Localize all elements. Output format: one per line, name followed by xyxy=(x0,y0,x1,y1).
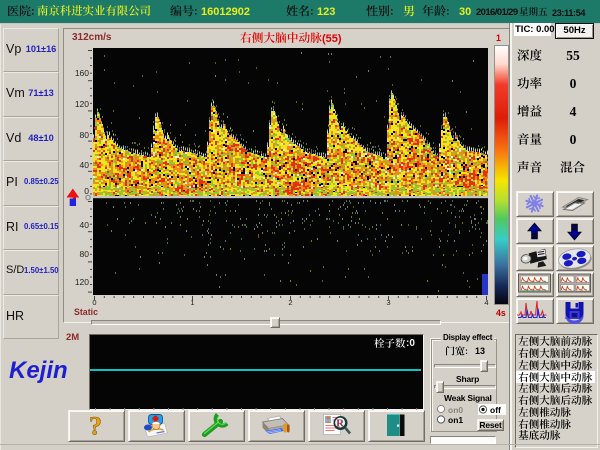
svg-text:R: R xyxy=(336,418,345,430)
svg-text:?: ? xyxy=(89,412,102,441)
